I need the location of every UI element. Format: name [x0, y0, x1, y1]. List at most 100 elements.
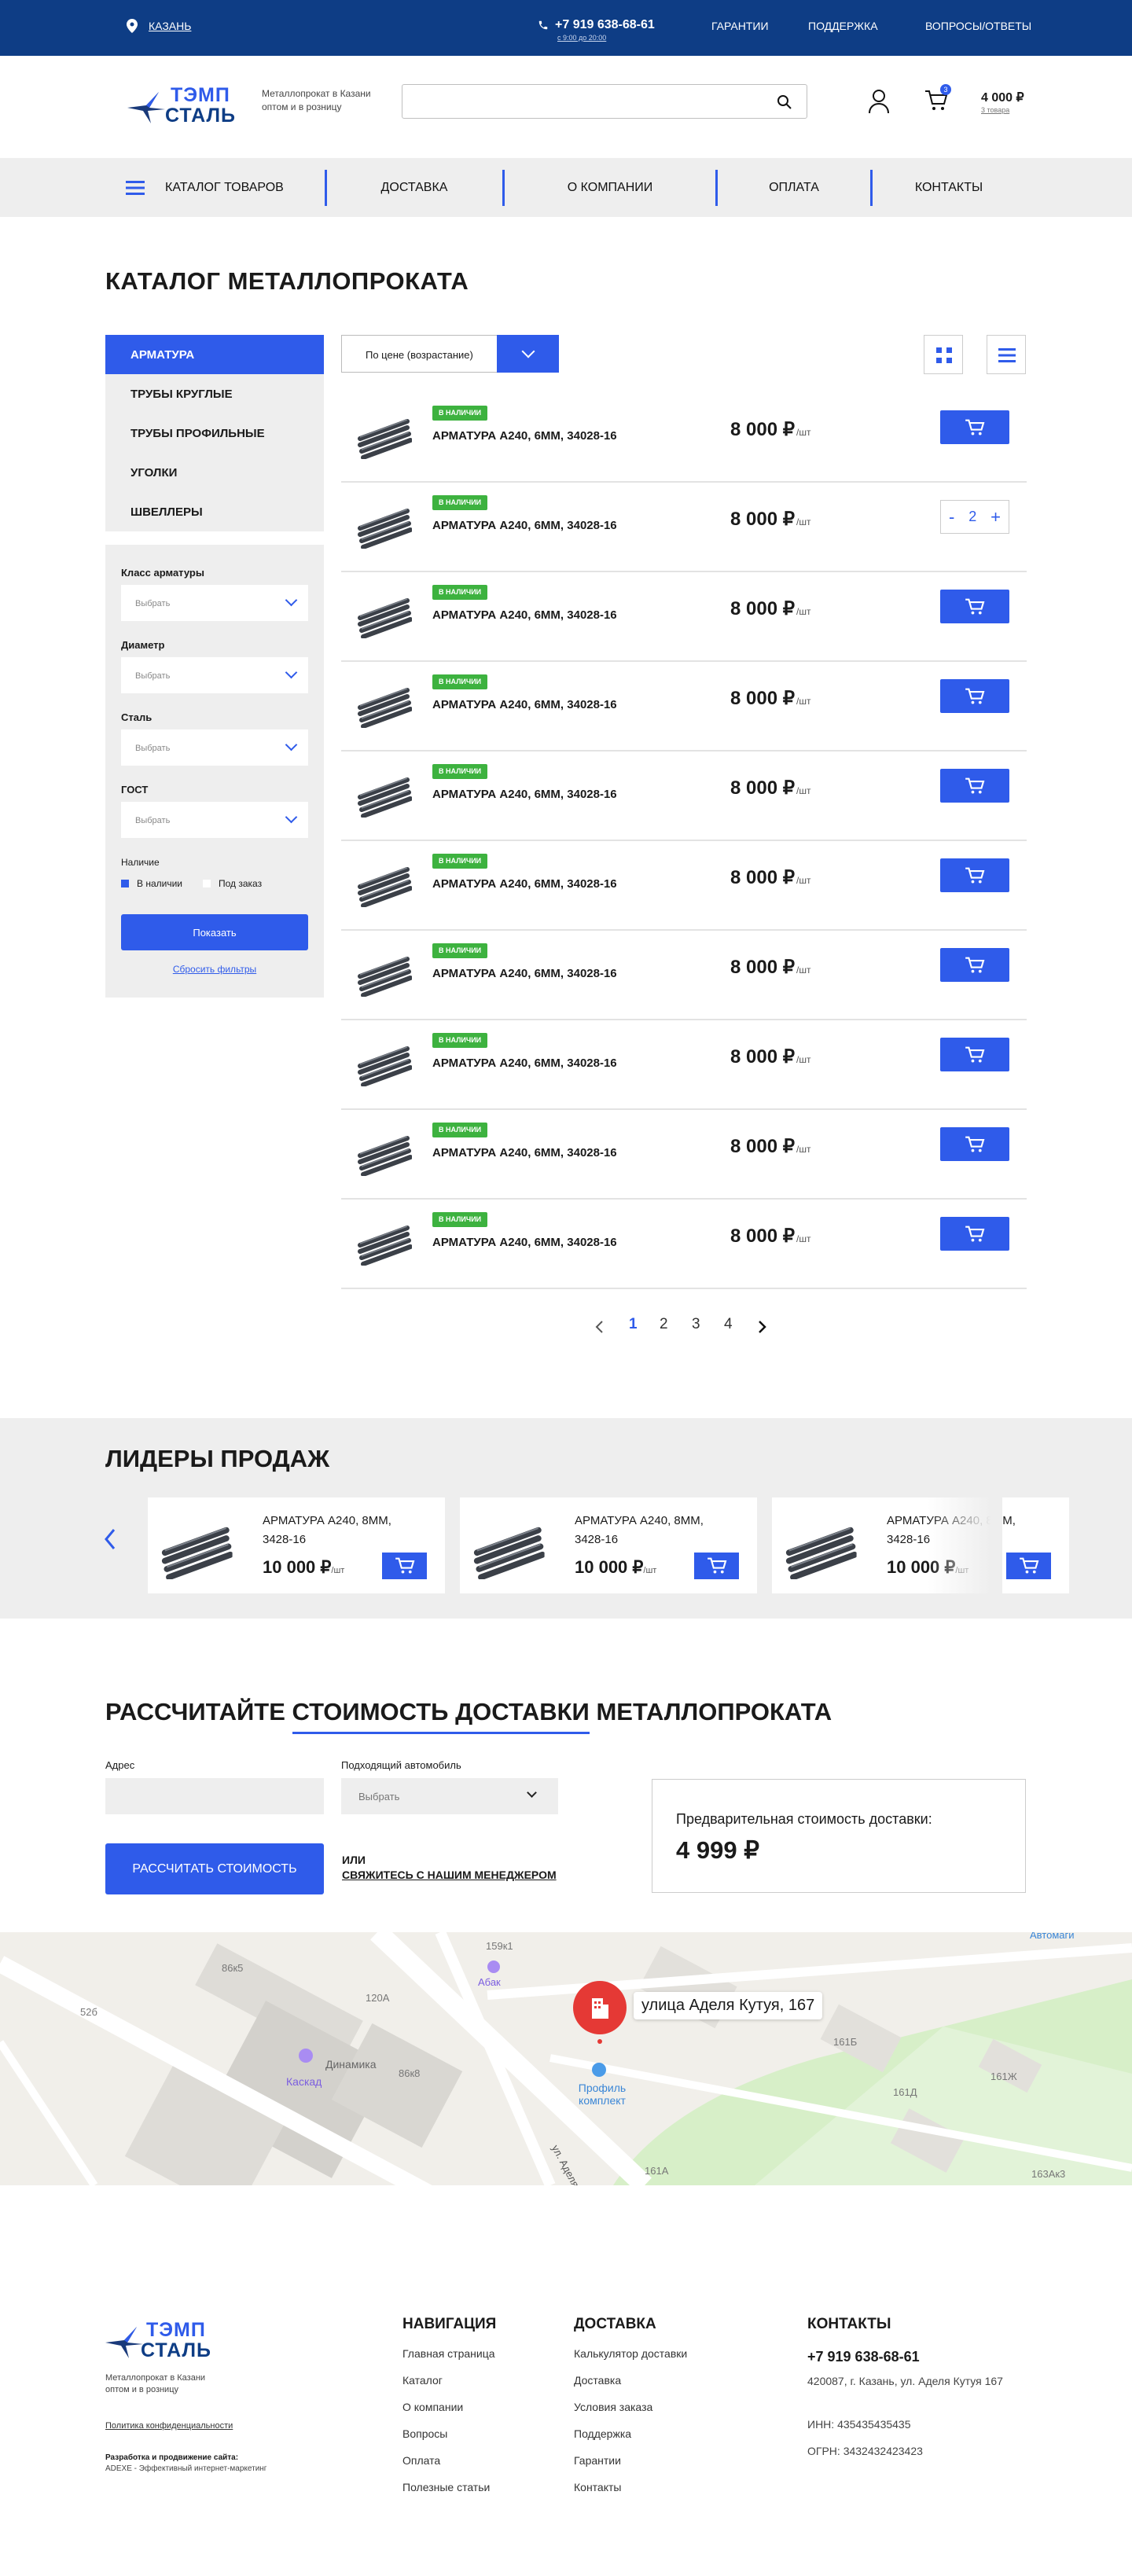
product-thumbnail[interactable]: [355, 1129, 413, 1177]
calculate-button[interactable]: РАССЧИТАТЬ СТОИМОСТЬ: [105, 1843, 324, 1894]
top-link-support[interactable]: ПОДДЕРЖКА: [808, 20, 878, 32]
footer-link[interactable]: Гарантии: [574, 2454, 687, 2481]
add-to-cart-button[interactable]: [940, 1127, 1009, 1161]
product-name[interactable]: АРМАТУРА А240, 6ММ, 34028-16: [432, 1146, 617, 1159]
top-phone[interactable]: +7 919 638-68-61: [555, 18, 655, 32]
product-thumbnail[interactable]: [355, 860, 413, 908]
footer-phone[interactable]: +7 919 638-68-61: [807, 2349, 920, 2365]
bestseller-card[interactable]: АРМАТУРА А240, 8ММ, 3428-16 10 000 ₽/шт: [772, 1497, 1069, 1593]
product-row[interactable]: В НАЛИЧИИ АРМАТУРА А240, 6ММ, 34028-16 8…: [341, 1110, 1027, 1200]
logo[interactable]: ТЭМП СТАЛЬ: [127, 84, 245, 128]
map-marker[interactable]: [573, 1981, 627, 2034]
product-name[interactable]: АРМАТУРА А240, 6ММ, 34028-16: [432, 788, 617, 801]
category-item[interactable]: ШВЕЛЛЕРЫ: [105, 492, 324, 531]
sort-dropdown-button[interactable]: [497, 335, 559, 373]
category-item[interactable]: УГОЛКИ: [105, 453, 324, 492]
map[interactable]: 86к5 120А 159к1 Абак 52б Динамика Каскад…: [0, 1932, 1132, 2185]
product-row[interactable]: В НАЛИЧИИ АРМАТУРА А240, 6ММ, 34028-16 8…: [341, 751, 1027, 841]
product-name[interactable]: АРМАТУРА А240, 8ММ, 3428-16: [575, 1512, 732, 1549]
product-thumbnail[interactable]: [355, 950, 413, 998]
footer-link[interactable]: Главная страница: [402, 2347, 495, 2374]
bestseller-card[interactable]: АРМАТУРА А240, 8ММ, 3428-16 10 000 ₽/шт: [148, 1497, 445, 1593]
product-name[interactable]: АРМАТУРА А240, 6ММ, 34028-16: [432, 519, 617, 532]
add-to-cart-button[interactable]: [940, 1038, 1009, 1071]
footer-link[interactable]: Контакты: [574, 2481, 687, 2508]
cart-items-count[interactable]: 3 товара: [981, 106, 1009, 114]
footer-link[interactable]: Поддержка: [574, 2427, 687, 2454]
qty-value[interactable]: 2: [968, 509, 976, 525]
search-icon[interactable]: [777, 94, 792, 110]
page-link[interactable]: 2: [660, 1316, 668, 1333]
top-link-faq[interactable]: ВОПРОСЫ/ОТВЕТЫ: [925, 20, 1031, 32]
add-to-cart-button[interactable]: [940, 590, 1009, 623]
privacy-link[interactable]: Политика конфиденциальности: [105, 2421, 233, 2431]
filter-select-gost[interactable]: Выбрать: [121, 802, 308, 838]
product-row[interactable]: В НАЛИЧИИ АРМАТУРА А240, 6ММ, 34028-16 8…: [341, 931, 1027, 1020]
product-row[interactable]: В НАЛИЧИИ АРМАТУРА А240, 6ММ, 34028-16 8…: [341, 572, 1027, 662]
product-thumbnail[interactable]: [355, 412, 413, 460]
sort-select[interactable]: По цене (возрастание): [341, 335, 559, 373]
category-item[interactable]: АРМАТУРА: [105, 335, 324, 374]
top-link-guarantees[interactable]: ГАРАНТИИ: [711, 20, 769, 32]
product-thumbnail[interactable]: [355, 1039, 413, 1087]
nav-item-about[interactable]: О КОМПАНИИ: [505, 158, 715, 217]
category-item[interactable]: ТРУБЫ КРУГЛЫЕ: [105, 374, 324, 413]
chevron-right-icon[interactable]: [758, 1320, 767, 1334]
page-link[interactable]: 3: [692, 1316, 700, 1333]
qty-minus-button[interactable]: -: [949, 507, 954, 527]
footer-link[interactable]: Калькулятор доставки: [574, 2347, 687, 2374]
product-row[interactable]: В НАЛИЧИИ АРМАТУРА А240, 6ММ, 34028-16 8…: [341, 483, 1027, 572]
show-button[interactable]: Показать: [121, 914, 308, 950]
footer-link[interactable]: О компании: [402, 2401, 495, 2427]
product-row[interactable]: В НАЛИЧИИ АРМАТУРА А240, 6ММ, 34028-16 8…: [341, 393, 1027, 483]
add-to-cart-button[interactable]: [1006, 1553, 1051, 1579]
checkbox-in-stock[interactable]: В наличии: [121, 878, 182, 889]
add-to-cart-button[interactable]: [940, 1217, 1009, 1251]
product-name[interactable]: АРМАТУРА А240, 6ММ, 34028-16: [432, 877, 617, 891]
grid-view-button[interactable]: [924, 335, 963, 374]
product-name[interactable]: АРМАТУРА А240, 8ММ, 3428-16: [263, 1512, 420, 1549]
quantity-stepper[interactable]: -2 +: [940, 500, 1009, 534]
footer-logo[interactable]: ТЭМП СТАЛЬ: [105, 2319, 223, 2363]
nav-item-contacts[interactable]: КОНТАКТЫ: [873, 158, 1025, 217]
add-to-cart-button[interactable]: [940, 948, 1009, 982]
footer-link[interactable]: Доставка: [574, 2374, 687, 2401]
city-selector[interactable]: КАЗАНЬ: [149, 20, 191, 32]
chevron-left-icon[interactable]: [594, 1320, 604, 1334]
chevron-left-icon[interactable]: [104, 1528, 116, 1550]
filter-select-class[interactable]: Выбрать: [121, 585, 308, 621]
footer-link[interactable]: Полезные статьи: [402, 2481, 495, 2508]
product-row[interactable]: В НАЛИЧИИ АРМАТУРА А240, 6ММ, 34028-16 8…: [341, 841, 1027, 931]
filter-select-diameter[interactable]: Выбрать: [121, 657, 308, 693]
checkbox-on-order[interactable]: Под заказ: [203, 878, 262, 889]
product-row[interactable]: В НАЛИЧИИ АРМАТУРА А240, 6ММ, 34028-16 8…: [341, 1020, 1027, 1110]
add-to-cart-button[interactable]: [940, 679, 1009, 713]
user-icon[interactable]: [868, 89, 890, 114]
product-row[interactable]: В НАЛИЧИИ АРМАТУРА А240, 6ММ, 34028-16 8…: [341, 1200, 1027, 1289]
product-thumbnail[interactable]: [355, 1218, 413, 1266]
product-thumbnail[interactable]: [355, 681, 413, 729]
add-to-cart-button[interactable]: [694, 1553, 739, 1579]
cart-total[interactable]: 4 000 ₽: [981, 90, 1024, 105]
add-to-cart-button[interactable]: [940, 858, 1009, 892]
nav-item-payment[interactable]: ОПЛАТА: [718, 158, 870, 217]
developer-link[interactable]: ADEXE - Эффективный интернет-маркетинг: [105, 2464, 266, 2473]
page-link[interactable]: 1: [629, 1316, 638, 1333]
product-thumbnail[interactable]: [355, 502, 413, 549]
reset-filters-link[interactable]: Сбросить фильтры: [105, 964, 324, 975]
product-row[interactable]: В НАЛИЧИИ АРМАТУРА А240, 6ММ, 34028-16 8…: [341, 662, 1027, 751]
footer-link[interactable]: Вопросы: [402, 2427, 495, 2454]
footer-link[interactable]: Условия заказа: [574, 2401, 687, 2427]
add-to-cart-button[interactable]: [940, 769, 1009, 803]
add-to-cart-button[interactable]: [382, 1553, 427, 1579]
list-view-button[interactable]: [987, 335, 1026, 374]
product-name[interactable]: АРМАТУРА А240, 6ММ, 34028-16: [432, 1236, 617, 1249]
category-item[interactable]: ТРУБЫ ПРОФИЛЬНЫЕ: [105, 413, 324, 453]
product-name[interactable]: АРМАТУРА А240, 6ММ, 34028-16: [432, 608, 617, 622]
vehicle-select[interactable]: Выбрать: [341, 1778, 558, 1814]
address-input[interactable]: [105, 1778, 324, 1814]
product-name[interactable]: АРМАТУРА А240, 6ММ, 34028-16: [432, 698, 617, 711]
footer-link[interactable]: Оплата: [402, 2454, 495, 2481]
product-thumbnail[interactable]: [355, 591, 413, 639]
product-name[interactable]: АРМАТУРА А240, 6ММ, 34028-16: [432, 429, 617, 443]
